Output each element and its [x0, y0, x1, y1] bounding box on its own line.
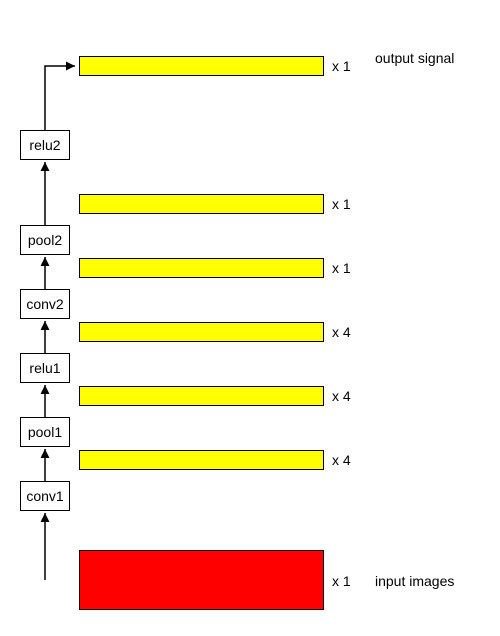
output-count: x 1	[332, 58, 351, 74]
output-caption: output signal	[375, 50, 454, 66]
arrow-relu2-to-output	[0, 0, 500, 636]
output-signal-bar	[79, 56, 324, 76]
nn-flow-diagram: x 1 input images conv1 x 4 pool1 x 4 rel…	[0, 0, 500, 636]
